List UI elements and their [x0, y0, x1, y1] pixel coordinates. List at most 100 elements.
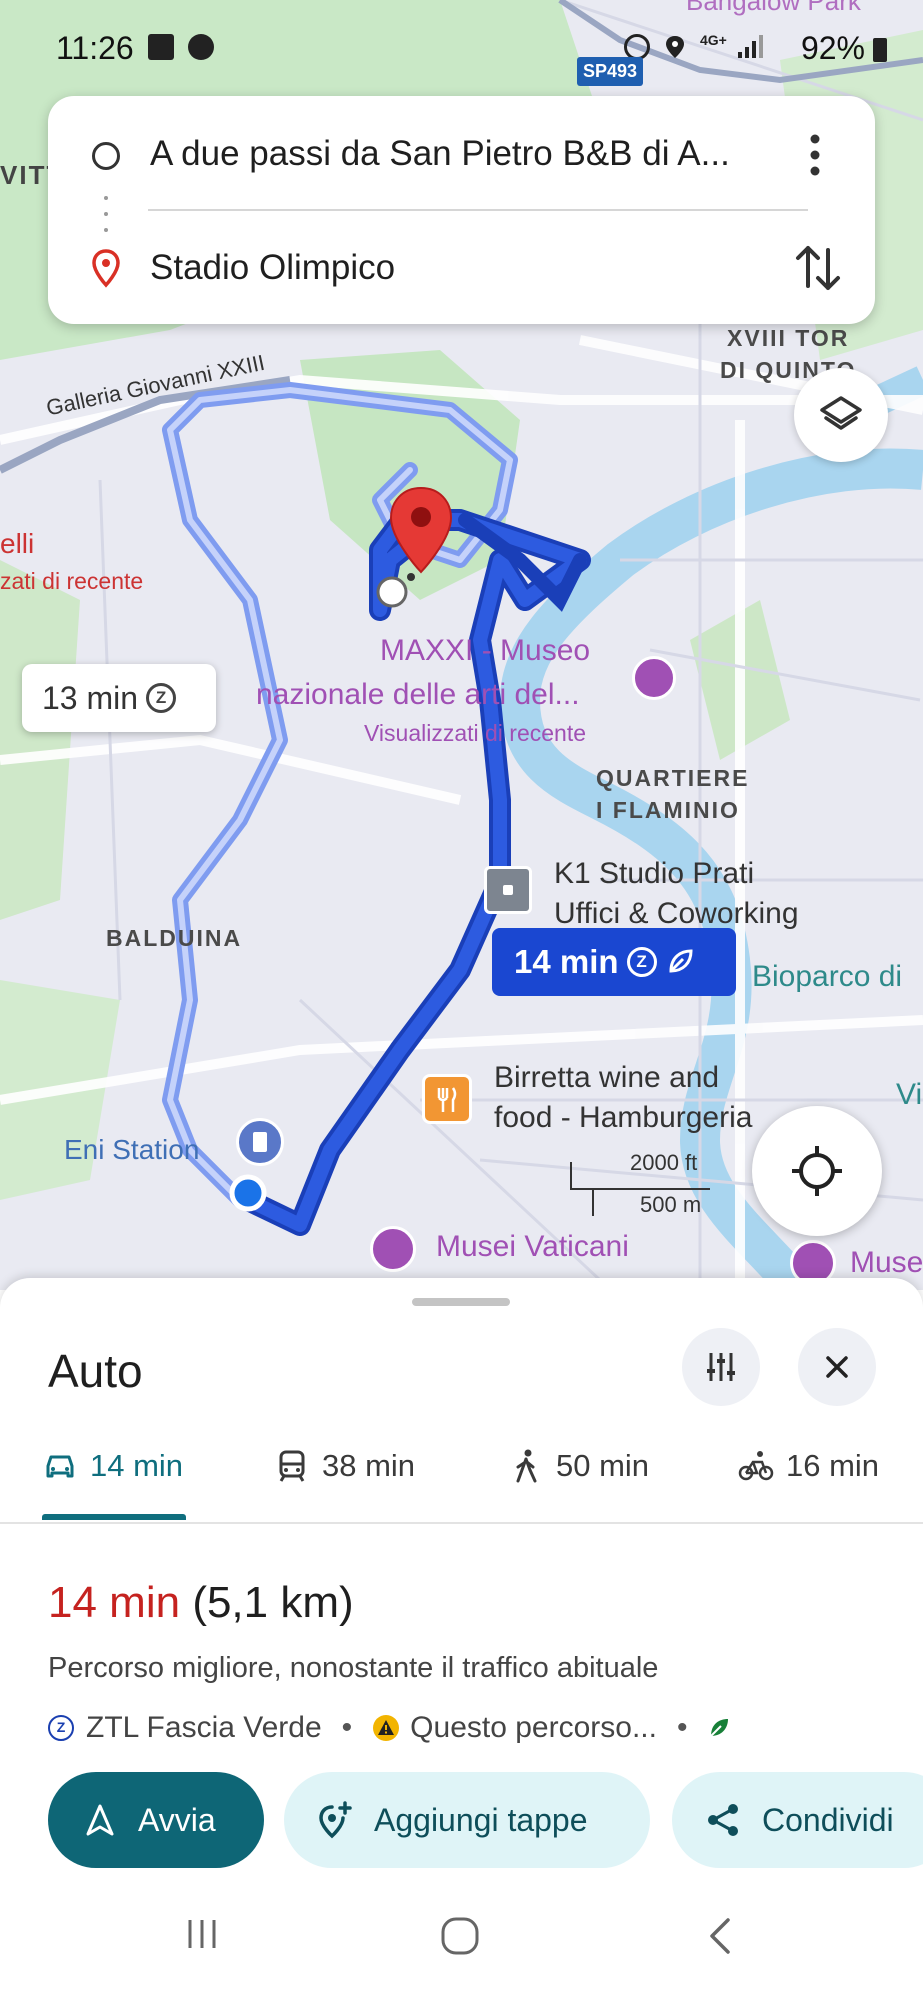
- add-stops-label: Aggiungi tappe: [374, 1801, 588, 1838]
- map-label-bioparco[interactable]: Bioparco di: [752, 960, 902, 994]
- tab-mode-walk[interactable]: 50 min: [508, 1448, 649, 1484]
- battery-level: 92%: [800, 30, 865, 66]
- selected-tab-indicator: [42, 1514, 186, 1520]
- tag-warning: Questo percorso...: [410, 1711, 657, 1744]
- signal-icon: [738, 35, 763, 58]
- action-buttons: Avvia Aggiungi tappe Condividi: [0, 1772, 923, 1872]
- warning-icon: [373, 1715, 400, 1741]
- map-scale: 2000 ft 500 m: [570, 1150, 720, 1230]
- mode-bike-time: 16 min: [786, 1448, 880, 1483]
- mode-walk-time: 50 min: [556, 1448, 650, 1483]
- start-label: Avvia: [138, 1801, 216, 1838]
- add-stops-button[interactable]: Aggiungi tappe: [284, 1772, 650, 1868]
- ztl-zone-icon: Z: [626, 947, 657, 977]
- route-tags[interactable]: Z ZTL Fascia Verde • Questo percorso... …: [48, 1706, 731, 1750]
- map-label-district-flaminio: QUARTIERE I FLAMINIO: [596, 765, 750, 823]
- walk-icon: [516, 1449, 537, 1483]
- main-route-time-bubble[interactable]: 14 min Z: [492, 928, 736, 996]
- map-label-maxxi-1[interactable]: MAXXI - Museo: [380, 634, 590, 668]
- directions-sheet: Auto 14 min 38 min 50 min 16 min 14 min …: [0, 1278, 923, 2000]
- travel-mode-tabs: 14 min 38 min 50 min 16 min: [0, 1428, 923, 1524]
- eco-leaf-icon: [669, 949, 693, 973]
- sheet-drag-handle[interactable]: [412, 1298, 510, 1306]
- layers-icon: [820, 396, 862, 430]
- alt-route-time: 13 min: [42, 679, 139, 716]
- swap-icon[interactable]: [794, 242, 842, 294]
- road-badge: SP493: [577, 57, 644, 86]
- ztl-zone-icon: Z: [48, 1715, 74, 1741]
- tag-ztl: ZTL Fascia Verde: [86, 1711, 322, 1744]
- origin-circle-icon: [92, 142, 120, 170]
- map-label-k1-1[interactable]: K1 Studio Prati: [554, 854, 754, 894]
- close-icon: [826, 1356, 848, 1378]
- map-label-eni[interactable]: Eni Station: [64, 1134, 199, 1166]
- map-label-musei-partial[interactable]: Muse: [850, 1246, 923, 1280]
- start-navigation-button[interactable]: Avvia: [48, 1772, 264, 1868]
- origin-field[interactable]: A due passi da San Pietro B&B di A...: [150, 134, 730, 174]
- map-label-birretta-2[interactable]: food - Hamburgeria: [494, 1098, 790, 1138]
- tab-mode-car[interactable]: 14 min: [42, 1448, 183, 1484]
- share-label: Condividi: [762, 1801, 894, 1838]
- destination-field[interactable]: Stadio Olimpico: [150, 248, 395, 288]
- facebook-icon: [188, 34, 214, 60]
- map-label-musei-vaticani[interactable]: Musei Vaticani: [436, 1230, 629, 1264]
- map-label-maxxi-sub: Visualizzati di recente: [364, 720, 587, 746]
- mode-car-time: 14 min: [90, 1448, 184, 1483]
- map-label-left-1: elli: [0, 528, 35, 559]
- share-icon: [708, 1804, 738, 1836]
- scale-ft: 2000 ft: [630, 1150, 698, 1175]
- back-icon[interactable]: [700, 1914, 740, 1958]
- office-icon[interactable]: [484, 866, 532, 914]
- recent-apps-icon[interactable]: [182, 1914, 222, 1954]
- route-options-button[interactable]: [682, 1328, 760, 1406]
- tag-separator: •: [676, 1711, 688, 1744]
- alt-route-time-bubble[interactable]: 13 min Z: [22, 664, 216, 732]
- map-label-balduina: BALDUINA: [106, 925, 243, 951]
- more-options-icon[interactable]: [800, 130, 830, 180]
- field-divider: [148, 209, 808, 211]
- destination-pin-icon: [92, 249, 120, 288]
- route-duration: 14 min: [48, 1578, 181, 1627]
- layers-button[interactable]: [794, 368, 888, 462]
- home-icon[interactable]: [438, 1914, 482, 1958]
- route-distance: (5,1 km): [192, 1578, 354, 1627]
- ztl-zone-icon: Z: [146, 683, 177, 713]
- close-button[interactable]: [798, 1328, 876, 1406]
- train-icon: [279, 1450, 305, 1482]
- location-icon: [666, 36, 684, 58]
- system-nav-bar: [0, 1878, 923, 2000]
- sheet-title: Auto: [48, 1345, 143, 1397]
- battery-icon: [873, 38, 887, 62]
- gas-station-icon[interactable]: [236, 1118, 284, 1166]
- status-bar: 11:26 4G+ 92% SP493: [0, 0, 923, 100]
- tab-mode-bike[interactable]: 16 min: [738, 1448, 879, 1484]
- add-location-icon: [319, 1801, 352, 1839]
- tab-mode-transit[interactable]: 38 min: [274, 1448, 415, 1484]
- map-view[interactable]: Bangalow Park VITT elli zati di recente …: [0, 0, 923, 1290]
- route-description: Percorso migliore, nonostante il traffic…: [48, 1652, 659, 1684]
- crosshair-icon: [792, 1146, 842, 1196]
- share-button[interactable]: Condividi: [672, 1772, 923, 1868]
- map-label-left-2: zati di recente: [0, 568, 144, 594]
- restaurant-icon[interactable]: [422, 1074, 472, 1124]
- eco-leaf-icon: [710, 1719, 729, 1737]
- directions-card: A due passi da San Pietro B&B di A... St…: [48, 96, 875, 324]
- car-icon: [46, 1455, 74, 1478]
- map-label-birretta-1[interactable]: Birretta wine and: [494, 1058, 719, 1098]
- tag-separator: •: [341, 1711, 353, 1744]
- map-label-right-partial: Vi: [896, 1078, 923, 1111]
- map-label-maxxi-2[interactable]: nazionale delle arti del...: [256, 678, 580, 712]
- status-time: 11:26: [56, 30, 134, 66]
- gallery-icon: [148, 34, 174, 60]
- route-connector-icon: [104, 196, 108, 232]
- tune-icon: [707, 1353, 735, 1381]
- my-location-button[interactable]: [752, 1106, 882, 1236]
- network-type: 4G+: [700, 32, 727, 48]
- bike-icon: [738, 1451, 774, 1481]
- museum-icon[interactable]: [632, 656, 676, 700]
- destination-map-pin-icon[interactable]: [388, 486, 454, 576]
- navigation-arrow-icon: [86, 1804, 114, 1836]
- museum-icon[interactable]: [370, 1226, 416, 1272]
- main-route-time: 14 min: [514, 943, 619, 980]
- route-summary: 14 min (5,1 km): [48, 1578, 354, 1628]
